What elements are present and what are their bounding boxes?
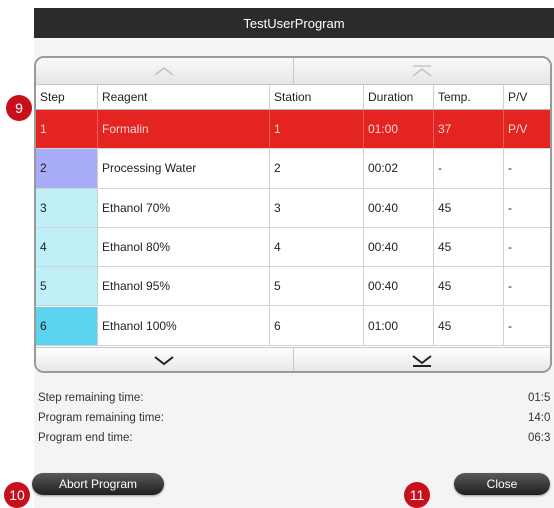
table-header: Step Reagent Station Duration Temp. P/V [36, 85, 550, 110]
program-end-label: Program end time: [38, 432, 133, 444]
program-steps-panel: Step Reagent Station Duration Temp. P/V … [34, 56, 552, 373]
callout-badge-11: 11 [404, 482, 430, 508]
scroll-to-bottom-icon [412, 355, 432, 367]
header-step: Step [36, 85, 98, 109]
cell-pv: P/V [508, 122, 528, 137]
cell-duration: 01:00 [364, 306, 434, 345]
cell-station: 2 [270, 149, 364, 188]
cell-temp: 45 [434, 227, 504, 267]
cell-reagent: Ethanol 80% [98, 227, 270, 267]
chevron-up-icon [154, 66, 174, 76]
chevron-down-icon [154, 356, 174, 366]
header-duration: Duration [364, 85, 434, 109]
cell-station: 3 [270, 188, 364, 227]
table-row[interactable]: 1 Formalin 1 01:00 37 P/V [36, 110, 550, 150]
program-end-value: 06:3 [528, 432, 551, 444]
cell-station: 6 [270, 306, 364, 345]
cell-duration: 00:40 [364, 267, 434, 306]
scroll-top-bar [36, 58, 550, 85]
cell-step: 4 [36, 227, 98, 267]
header-temp: Temp. [434, 85, 504, 109]
scroll-down-button[interactable] [36, 348, 294, 371]
cell-pv: - [508, 200, 512, 215]
cell-reagent: Processing Water [98, 149, 270, 188]
program-remaining-value: 14:0 [528, 412, 551, 424]
cell-temp: 45 [434, 306, 504, 345]
step-remaining-label: Step remaining time: [38, 392, 144, 404]
scroll-bottom-bar [36, 347, 551, 371]
table-row[interactable]: 2 Processing Water 2 00:02- - [36, 149, 550, 189]
scroll-to-top-button[interactable] [294, 58, 551, 84]
cell-pv: - [508, 240, 512, 255]
table-row[interactable]: 4 Ethanol 80% 4 00:40 45- [36, 227, 550, 268]
cell-step: 2 [36, 149, 98, 188]
cell-pv: - [508, 161, 512, 176]
step-remaining-value: 01:5 [528, 392, 551, 404]
window-title-bar: TestUserProgram [34, 8, 554, 38]
cell-step: 3 [36, 188, 98, 227]
cell-step: 5 [36, 267, 98, 306]
callout-badge-9: 9 [6, 95, 32, 121]
scroll-up-button[interactable] [36, 58, 294, 84]
scroll-to-bottom-button[interactable] [294, 348, 551, 371]
cell-pv: - [508, 279, 512, 294]
header-pv: P/V [508, 90, 528, 104]
cell-reagent: Ethanol 100% [98, 306, 270, 345]
window-title: TestUserProgram [243, 15, 345, 31]
table-row[interactable]: 3 Ethanol 70% 3 00:40 45- [36, 188, 550, 228]
cell-temp: 45 [434, 188, 504, 227]
table-row[interactable]: 6 Ethanol 100% 6 01:00 45- [36, 306, 550, 346]
table-row[interactable]: 5 Ethanol 95% 5 00:40 45- [36, 267, 550, 307]
cell-duration: 00:40 [364, 188, 434, 227]
cell-reagent: Ethanol 95% [98, 267, 270, 306]
cell-step: 6 [36, 306, 98, 345]
cell-duration: 01:00 [364, 110, 434, 149]
close-button[interactable]: Close [454, 473, 550, 495]
cell-temp: 37 [434, 110, 504, 149]
abort-program-button[interactable]: Abort Program [32, 473, 164, 495]
header-station: Station [270, 85, 364, 109]
cell-step: 1 [36, 110, 98, 149]
cell-station: 1 [270, 110, 364, 149]
cell-station: 5 [270, 267, 364, 306]
cell-reagent: Formalin [98, 110, 270, 149]
cell-temp: - [434, 149, 504, 188]
header-reagent: Reagent [98, 85, 270, 109]
program-remaining-label: Program remaining time: [38, 412, 164, 424]
scroll-to-top-icon [412, 65, 432, 77]
cell-duration: 00:02 [364, 149, 434, 188]
cell-station: 4 [270, 227, 364, 267]
callout-badge-10: 10 [4, 482, 30, 508]
cell-duration: 00:40 [364, 227, 434, 267]
cell-pv: - [508, 318, 512, 333]
cell-reagent: Ethanol 70% [98, 188, 270, 227]
cell-temp: 45 [434, 267, 504, 306]
